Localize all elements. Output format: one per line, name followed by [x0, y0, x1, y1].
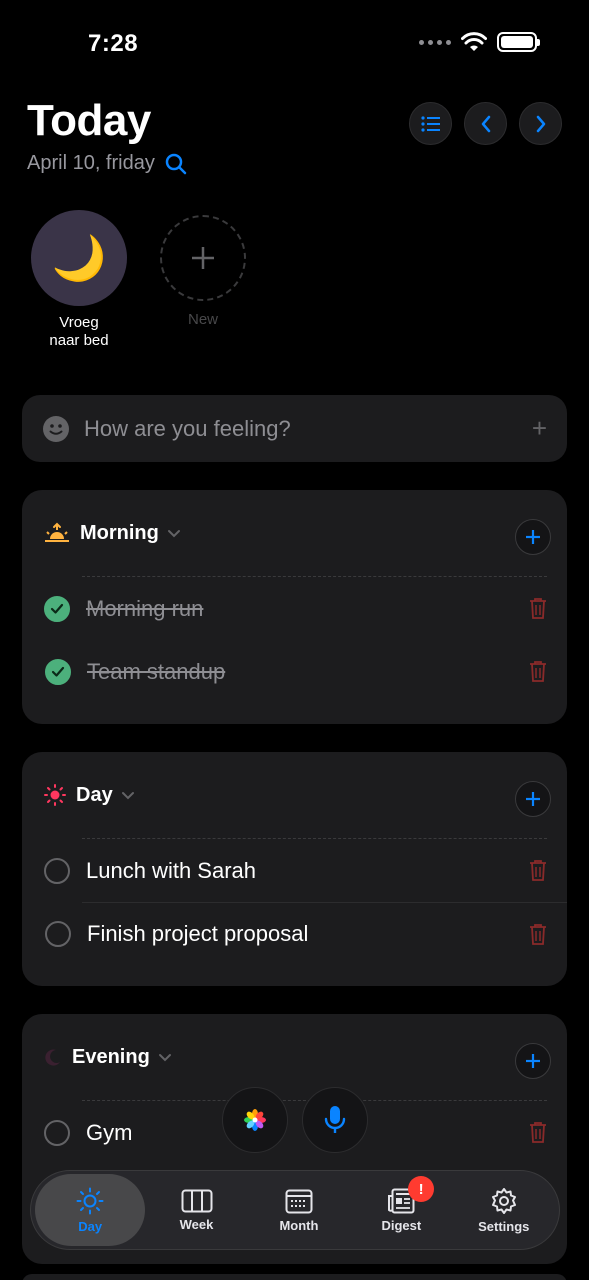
checkmark-icon	[51, 666, 65, 677]
moon-icon: 🌙	[31, 210, 127, 306]
section-morning: Morning Morning run Team standup	[22, 490, 567, 724]
plus-icon	[526, 1054, 540, 1068]
notification-badge: !	[408, 1176, 435, 1202]
next-section-peek	[22, 1274, 567, 1280]
tab-label: Settings	[478, 1218, 530, 1234]
trash-icon[interactable]	[529, 923, 547, 945]
tab-digest[interactable]: ! Digest	[350, 1174, 452, 1246]
status-time: 7:28	[88, 30, 139, 57]
new-habit-button[interactable]: New	[154, 210, 252, 350]
date-row: April 10, friday	[27, 152, 562, 175]
task-label: Lunch with Sarah	[86, 857, 256, 883]
task-item[interactable]: Gym	[22, 1101, 567, 1164]
checkbox[interactable]	[45, 921, 71, 947]
trash-icon[interactable]	[529, 1121, 547, 1143]
sun-icon	[44, 784, 66, 806]
checkbox[interactable]	[44, 857, 70, 884]
section-header[interactable]: Morning	[22, 490, 567, 576]
checkbox-checked[interactable]	[44, 595, 70, 622]
tab-label: Digest	[381, 1217, 422, 1233]
status-icons	[419, 32, 540, 52]
tab-bar: Day Week Month ! Digest Settings	[30, 1170, 560, 1250]
crescent-moon-icon	[45, 1049, 60, 1066]
mood-placeholder: How are you feeling?	[84, 415, 291, 441]
sun-icon	[76, 1187, 104, 1214]
tab-label: Month	[279, 1217, 319, 1233]
flower-icon	[244, 1109, 266, 1131]
search-icon[interactable]	[165, 153, 187, 175]
checkbox-checked[interactable]	[45, 658, 71, 685]
section-header[interactable]: Evening	[22, 1014, 567, 1100]
add-task-button[interactable]	[515, 519, 551, 555]
header-buttons	[409, 102, 562, 145]
habit-label: Vroeg naar bed	[49, 314, 109, 349]
chevron-down-icon	[158, 1053, 171, 1061]
task-item[interactable]: Lunch with Sarah	[22, 839, 567, 902]
battery-icon	[497, 32, 540, 52]
tab-label: Week	[179, 1216, 214, 1232]
tab-label: Day	[78, 1218, 103, 1234]
week-columns-icon	[181, 1189, 212, 1212]
add-task-button[interactable]	[515, 1043, 551, 1079]
plus-icon	[526, 530, 540, 544]
section-title: Evening	[72, 1045, 150, 1068]
microphone-icon	[324, 1106, 346, 1133]
next-day-button[interactable]	[519, 102, 562, 145]
tab-day[interactable]: Day	[35, 1174, 146, 1246]
plus-icon	[160, 215, 246, 301]
mood-input[interactable]: How are you feeling? +	[22, 395, 567, 462]
tab-settings[interactable]: Settings	[453, 1174, 555, 1246]
habits-row: 🌙 Vroeg naar bed New	[30, 210, 252, 350]
microphone-button[interactable]	[302, 1087, 368, 1153]
sunrise-icon	[45, 522, 69, 542]
list-icon	[420, 115, 440, 132]
smiley-icon	[43, 415, 69, 442]
task-label: Finish project proposal	[87, 921, 309, 946]
section-header[interactable]: Day	[22, 752, 567, 838]
plus-icon	[526, 792, 540, 806]
date-text: April 10, friday	[27, 152, 155, 174]
calendar-icon	[285, 1189, 313, 1213]
trash-icon[interactable]	[529, 660, 547, 682]
gear-icon	[491, 1187, 516, 1214]
section-title: Day	[76, 783, 113, 806]
signal-icon	[419, 39, 451, 45]
new-habit-label: New	[187, 311, 218, 328]
task-item[interactable]: Morning run	[22, 577, 567, 640]
task-label: Morning run	[86, 595, 204, 621]
chevron-down-icon	[121, 791, 134, 799]
tab-week[interactable]: Week	[145, 1174, 247, 1246]
header: Today April 10, friday	[27, 96, 562, 175]
section-title: Morning	[80, 521, 159, 544]
add-mood-icon[interactable]: +	[532, 413, 547, 444]
chevron-left-icon	[481, 115, 490, 132]
task-item[interactable]: Team standup	[45, 640, 567, 703]
checkmark-icon	[50, 603, 64, 614]
trash-icon[interactable]	[529, 859, 547, 881]
trash-icon[interactable]	[529, 597, 547, 619]
task-item[interactable]: Finish project proposal	[45, 902, 567, 965]
previous-day-button[interactable]	[464, 102, 507, 145]
wifi-icon	[461, 32, 487, 51]
photos-button[interactable]	[222, 1087, 288, 1153]
tab-month[interactable]: Month	[248, 1174, 350, 1246]
section-day: Day Lunch with Sarah Finish project prop…	[22, 752, 567, 986]
checkbox[interactable]	[44, 1119, 70, 1146]
add-task-button[interactable]	[515, 781, 551, 817]
chevron-down-icon	[167, 529, 180, 537]
status-bar: 7:28	[0, 0, 589, 90]
task-label: Team standup	[87, 658, 226, 684]
list-view-button[interactable]	[409, 102, 452, 145]
habit-item[interactable]: 🌙 Vroeg naar bed	[30, 210, 128, 350]
chevron-right-icon	[536, 115, 545, 132]
